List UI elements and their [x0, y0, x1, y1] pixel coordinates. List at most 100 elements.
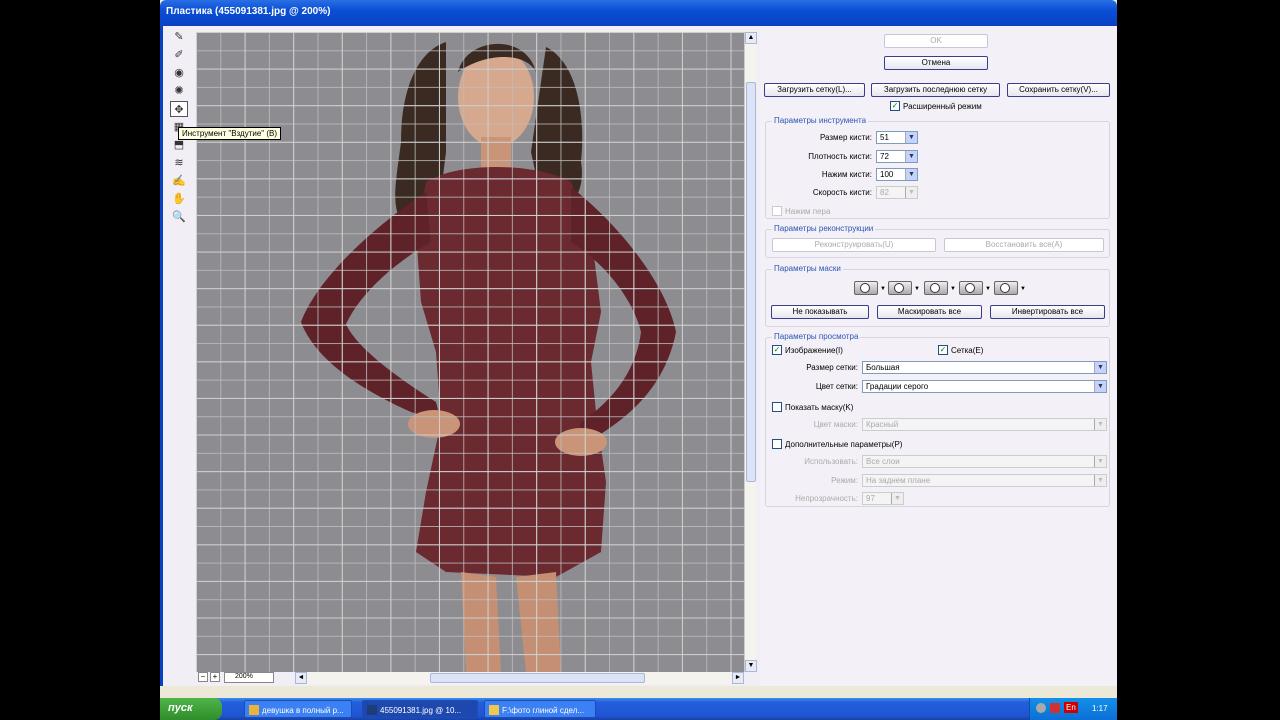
task-label: девушка в полный р...	[262, 706, 344, 715]
group-title: Параметры инструмента	[772, 116, 869, 125]
flag-icon[interactable]	[1050, 703, 1060, 713]
mesh-size-select[interactable]: Большая ▼	[862, 361, 1107, 374]
taskbar-item-browser[interactable]: девушка в полный р...	[244, 700, 352, 718]
chevron-down-icon: ▼	[1094, 456, 1106, 467]
start-button[interactable]: пуск	[160, 698, 222, 720]
opacity-field: 97 ▼	[862, 492, 904, 505]
scroll-thumb[interactable]	[746, 82, 756, 482]
chevron-down-icon[interactable]: ▼	[1094, 381, 1106, 392]
save-mesh-button[interactable]: Сохранить сетку(V)...	[1007, 83, 1110, 97]
options-panel: OK Отмена Загрузить сетку(L)... Загрузит…	[760, 26, 1117, 686]
folder-icon	[489, 705, 499, 715]
advanced-mode-checkbox[interactable]: ✓	[890, 101, 900, 111]
group-title: Параметры реконструкции	[772, 224, 876, 233]
brush-density-label: Плотность кисти:	[808, 152, 872, 161]
show-mask-checkbox[interactable]	[772, 402, 782, 412]
freeze-mask-icon[interactable]: ✍	[170, 173, 188, 189]
bloat-icon[interactable]: ✥	[170, 101, 188, 117]
mask-none-button[interactable]: Не показывать	[771, 305, 869, 319]
taskbar-item-photoshop[interactable]: 455091381.jpg @ 10...	[362, 700, 478, 718]
zoom-icon[interactable]: 🔍	[170, 209, 188, 225]
group-title: Параметры маски	[772, 264, 843, 273]
brush-rate-label: Скорость кисти:	[812, 188, 872, 197]
pucker-icon[interactable]: ✺	[170, 83, 188, 99]
brush-size-label: Размер кисти:	[819, 133, 872, 142]
chevron-down-icon[interactable]: ▼	[905, 132, 917, 143]
task-label: 455091381.jpg @ 10...	[380, 706, 462, 715]
cancel-button[interactable]: Отмена	[884, 56, 988, 70]
scroll-right-icon[interactable]: ►	[732, 672, 744, 684]
opacity-value: 97	[866, 494, 875, 503]
window-titlebar[interactable]: Пластика (455091381.jpg @ 200%)	[160, 0, 1117, 26]
language-indicator[interactable]: En	[1064, 702, 1078, 713]
restore-all-button: Восстановить все(A)	[944, 238, 1104, 252]
invert-all-button[interactable]: Инвертировать все	[990, 305, 1105, 319]
twirl-icon[interactable]: ◉	[170, 65, 188, 81]
brush-size-value: 51	[880, 133, 889, 142]
reconstruct-group: Параметры реконструкции Реконструировать…	[765, 224, 1110, 258]
vertical-scrollbar[interactable]: ▲ ▼	[744, 32, 757, 672]
mask-all-button[interactable]: Маскировать все	[877, 305, 982, 319]
zoom-out-button[interactable]: −	[198, 672, 208, 682]
chevron-down-icon: ▼	[1094, 475, 1106, 486]
scroll-down-icon[interactable]: ▼	[745, 660, 757, 672]
use-select: Все слои ▼	[862, 455, 1107, 468]
stylus-pressure-checkbox	[772, 206, 782, 216]
scroll-up-icon[interactable]: ▲	[745, 32, 757, 44]
brush-pressure-field[interactable]: 100 ▼	[876, 168, 918, 181]
horizontal-scrollbar[interactable]: ◄ ►	[295, 672, 744, 684]
advanced-mode-label: Расширенный режим	[903, 102, 982, 111]
load-last-mesh-button[interactable]: Загрузить последнюю сетку	[871, 83, 1000, 97]
clock: 1:17	[1092, 704, 1108, 713]
load-mesh-button[interactable]: Загрузить сетку(L)...	[764, 83, 865, 97]
mask-add-icon[interactable]: ▼	[888, 281, 920, 295]
brush-rate-field: 82 ▼	[876, 186, 918, 199]
mask-replace-icon[interactable]: ▼	[854, 281, 886, 295]
brush-pressure-label: Нажим кисти:	[821, 170, 872, 179]
zoom-select[interactable]: 200%	[224, 672, 274, 683]
zoom-in-button[interactable]: +	[210, 672, 220, 682]
chevron-down-icon[interactable]: ▼	[1094, 362, 1106, 373]
chevron-down-icon[interactable]: ▼	[905, 169, 917, 180]
system-tray: En 1:17	[1029, 698, 1117, 720]
mesh-color-select[interactable]: Градации серого ▼	[862, 380, 1107, 393]
hscroll-thumb[interactable]	[430, 673, 645, 683]
warp-icon[interactable]: ✎	[170, 29, 188, 45]
use-value: Все слои	[866, 457, 900, 466]
mesh-size-label: Размер сетки:	[806, 363, 858, 372]
show-mesh-checkbox[interactable]: ✓	[938, 345, 948, 355]
show-image-label: Изображение(I)	[785, 346, 843, 355]
opacity-label: Непрозрачность:	[795, 494, 858, 503]
taskbar: пуск девушка в полный р... 455091381.jpg…	[160, 698, 1117, 720]
brush-size-field[interactable]: 51 ▼	[876, 131, 918, 144]
start-label: пуск	[168, 702, 193, 714]
chevron-down-icon[interactable]: ▼	[905, 151, 917, 162]
stylus-pressure-label: Нажим пера	[785, 207, 831, 216]
show-backdrop-checkbox[interactable]	[772, 439, 782, 449]
show-mesh-label: Сетка(E)	[951, 346, 984, 355]
group-title: Параметры просмотра	[772, 332, 861, 341]
mask-invert-icon[interactable]: ▼	[994, 281, 1026, 295]
tooltip: Инструмент "Вздутие" (B)	[178, 127, 281, 140]
taskbar-item-folder[interactable]: F:\фото глиной сдел...	[484, 700, 596, 718]
brush-density-field[interactable]: 72 ▼	[876, 150, 918, 163]
network-icon[interactable]	[1036, 703, 1046, 713]
mask-color-label: Цвет маски:	[813, 420, 858, 429]
reconstruct-icon[interactable]: ✐	[170, 47, 188, 63]
chevron-down-icon: ▼	[905, 187, 917, 198]
photoshop-icon	[367, 705, 377, 715]
task-label: F:\фото глиной сдел...	[502, 706, 585, 715]
mask-intersect-icon[interactable]: ▼	[959, 281, 991, 295]
mode-value: На заднем плане	[866, 476, 931, 485]
show-image-checkbox[interactable]: ✓	[772, 345, 782, 355]
view-options-group: Параметры просмотра ✓ Изображение(I) ✓ С…	[765, 332, 1110, 507]
scroll-left-icon[interactable]: ◄	[295, 672, 307, 684]
mode-select: На заднем плане ▼	[862, 474, 1107, 487]
brush-density-value: 72	[880, 152, 889, 161]
mask-subtract-icon[interactable]: ▼	[924, 281, 956, 295]
turbulence-icon[interactable]: ≋	[170, 155, 188, 171]
hand-icon[interactable]: ✋	[170, 191, 188, 207]
liquify-dialog-stage: Пластика (455091381.jpg @ 200%) ✎✐◉✺✥▦⬒≋…	[160, 0, 1117, 720]
ok-button[interactable]: OK	[884, 34, 988, 48]
mesh-color-label: Цвет сетки:	[815, 382, 858, 391]
